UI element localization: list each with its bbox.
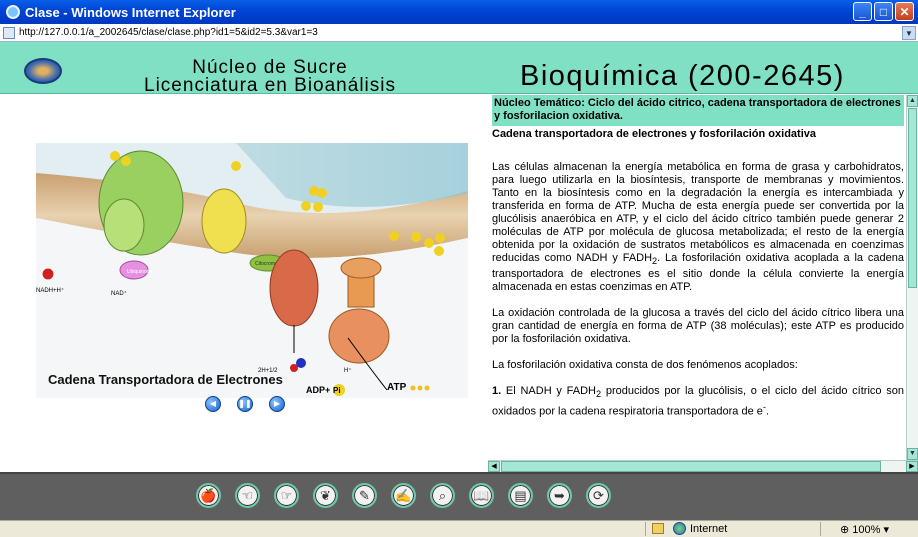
hplus-5: [317, 188, 327, 198]
institution-line2: Licenciatura en Bioanálisis: [144, 75, 396, 96]
address-dropdown-button[interactable]: ▼: [902, 26, 916, 40]
hplus-11: [435, 233, 445, 243]
hplus-6: [301, 201, 311, 211]
nad-label: NAD⁺: [111, 290, 127, 297]
atp-synthase-fo: [340, 257, 382, 279]
document-icon[interactable]: ▤: [508, 483, 533, 508]
browser-window: Clase - Windows Internet Explorer _ □ ✕ …: [0, 0, 918, 537]
maximize-button[interactable]: □: [874, 2, 893, 21]
scroll-up-button[interactable]: ▲: [907, 95, 918, 107]
hplus-2: [121, 156, 131, 166]
page-header: Núcleo de Sucre Licenciatura en Bioanáli…: [0, 42, 918, 96]
figure-caption: Cadena Transportadora de Electrones: [48, 372, 283, 387]
protected-mode-icon: [652, 523, 664, 534]
complex-iii: [201, 188, 247, 254]
paragraph-4: 1. El NADH y FADH2 producidos por la glu…: [492, 385, 905, 419]
paragraph-1: Las células almacenan la energía metaból…: [492, 161, 904, 294]
pause-button[interactable]: ❚❚: [237, 396, 253, 412]
horizontal-scrollbar[interactable]: ◀ ▶: [488, 460, 918, 472]
scroll-right-button[interactable]: ▶: [906, 461, 918, 472]
pencil-note-icon[interactable]: ✍: [391, 483, 416, 508]
vertical-scrollbar[interactable]: ▲ ▼: [906, 95, 918, 460]
atp-dot-1: [410, 385, 416, 391]
lesson-content: Núcleo Temático: Ciclo del ácido citrico…: [488, 95, 906, 457]
complex-iv: [269, 249, 319, 327]
paragraph-3: La fosforilación oxidativa consta de dos…: [492, 359, 798, 372]
internet-zone-icon: [673, 522, 686, 535]
close-button[interactable]: ✕: [895, 2, 914, 21]
hplus-3: [231, 161, 241, 171]
nadh-molecule: [41, 267, 55, 281]
pi-label: Pi: [333, 386, 341, 395]
hand-right-icon[interactable]: ☞: [274, 483, 299, 508]
hplus-12: [434, 246, 444, 256]
ie-icon: [6, 5, 20, 19]
section-subtitle: Cadena transportadora de electrones y fo…: [492, 128, 816, 140]
paragraph-2: La oxidación controlada de la glucosa a …: [492, 307, 904, 346]
animation-controls: ◀ ❚❚ ▶: [205, 396, 285, 412]
leaf-icon[interactable]: ❦: [313, 483, 338, 508]
hplus-9: [411, 232, 421, 242]
atp-arrow: [347, 337, 388, 391]
complex-i-arm: [103, 198, 145, 252]
course-title: Bioquímica (200-2645): [520, 60, 845, 92]
pencil-icon[interactable]: ✎: [352, 483, 377, 508]
minimize-button[interactable]: _: [853, 2, 872, 21]
atp-label: ATP: [387, 382, 407, 393]
water-molecule: [296, 358, 306, 368]
atp-dot-3: [424, 385, 430, 391]
apple-icon[interactable]: 🍎: [196, 483, 221, 508]
title-bar: Clase - Windows Internet Explorer _ □ ✕: [0, 0, 918, 24]
address-url[interactable]: http://127.0.0.1/a_2002645/clase/clase.p…: [19, 27, 318, 38]
hplus-10: [424, 238, 434, 248]
hplus-8: [389, 231, 399, 241]
rewind-button[interactable]: ◀: [205, 396, 221, 412]
adp-label: ADP+: [306, 385, 330, 395]
lesson-text: Las células almacenan la energía metaból…: [492, 161, 904, 432]
security-zone-label: Internet: [690, 523, 728, 535]
hand-left-icon[interactable]: ☜: [235, 483, 260, 508]
status-bar: Internet ⊕ 100% ▾: [0, 520, 918, 537]
animation-panel: Ubiquinona Citocromo NADH+H⁺ NAD⁺ 2H+1/2…: [0, 95, 488, 461]
ubiquinona-label: Ubiquinona: [127, 269, 153, 275]
search-icon[interactable]: ⌕: [430, 483, 455, 508]
hplus-1: [110, 151, 120, 161]
window-title: Clase - Windows Internet Explorer: [25, 4, 236, 20]
lesson-toolbar: 🍎 ☜ ☞ ❦ ✎ ✍ ⌕ 📖 ▤ ➥ ⟳: [0, 472, 918, 520]
vertical-scroll-thumb[interactable]: [908, 108, 917, 288]
institution-name: Núcleo de Sucre Licenciatura en Bioanáli…: [120, 58, 420, 96]
zoom-level[interactable]: ⊕ 100% ▾: [840, 523, 889, 536]
export-icon[interactable]: ➥: [547, 483, 572, 508]
topic-heading: Núcleo Temático: Ciclo del ácido citrico…: [492, 95, 904, 126]
refresh-icon[interactable]: ⟳: [586, 483, 611, 508]
hplus-7: [313, 202, 323, 212]
play-button[interactable]: ▶: [269, 396, 285, 412]
scroll-left-button[interactable]: ◀: [488, 461, 500, 472]
scroll-down-button[interactable]: ▼: [907, 448, 918, 460]
atp-output: ATP: [347, 337, 430, 393]
page-icon: [3, 26, 15, 39]
university-logo: [24, 58, 62, 84]
atp-dot-2: [417, 385, 423, 391]
horizontal-scroll-thumb[interactable]: [501, 461, 881, 472]
nadh-label: NADH+H⁺: [36, 287, 64, 294]
address-bar[interactable]: http://127.0.0.1/a_2002645/clase/clase.p…: [0, 24, 918, 42]
book-icon[interactable]: 📖: [469, 483, 494, 508]
